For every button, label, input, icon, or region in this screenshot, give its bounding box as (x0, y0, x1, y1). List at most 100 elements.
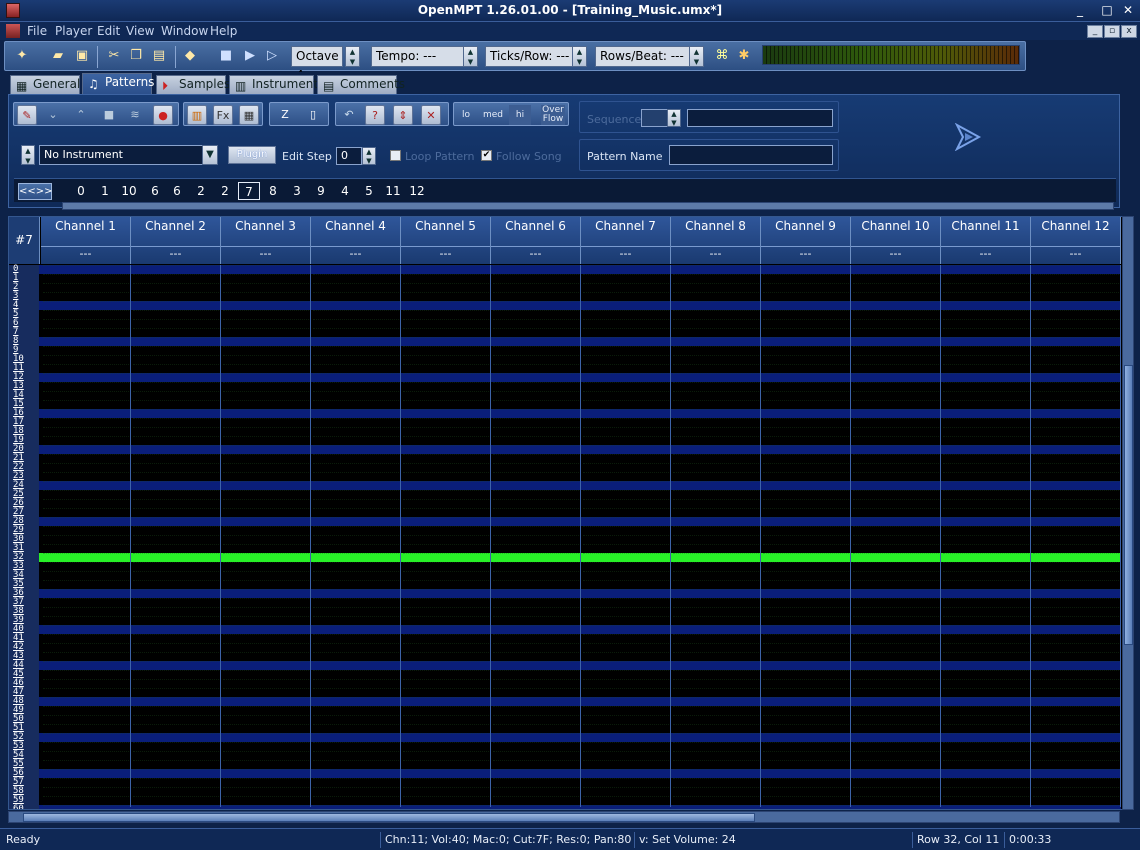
pattern-cell[interactable] (133, 499, 219, 508)
pattern-cell[interactable] (403, 517, 489, 526)
pattern-cell[interactable] (943, 697, 1029, 706)
pattern-cell[interactable] (223, 553, 309, 562)
pattern-cell[interactable] (493, 382, 579, 391)
pattern-row[interactable]: 46 (9, 679, 1121, 688)
pattern-cell[interactable] (403, 571, 489, 580)
pattern-cell[interactable] (943, 355, 1029, 364)
pattern-row[interactable]: 50 (9, 715, 1121, 724)
pattern-cell[interactable] (223, 706, 309, 715)
order-next-button[interactable]: >> (36, 186, 53, 197)
pattern-cell[interactable] (493, 697, 579, 706)
pattern-cell[interactable] (943, 625, 1029, 634)
pattern-cell[interactable] (763, 724, 849, 733)
pattern-cell[interactable] (403, 436, 489, 445)
pattern-cell[interactable] (223, 589, 309, 598)
pattern-cell[interactable] (43, 373, 129, 382)
pattern-cell[interactable] (853, 337, 939, 346)
stop-pattern-icon[interactable]: ■ (99, 105, 119, 125)
pattern-cell[interactable] (763, 319, 849, 328)
pattern-cell[interactable] (853, 355, 939, 364)
pattern-cell[interactable] (943, 688, 1029, 697)
pattern-cell[interactable] (493, 283, 579, 292)
pattern-properties-icon[interactable]: ✎ (17, 105, 37, 125)
pattern-cell[interactable] (403, 463, 489, 472)
pattern-cell[interactable] (43, 724, 129, 733)
pattern-cell[interactable] (403, 724, 489, 733)
pattern-cell[interactable] (403, 652, 489, 661)
pattern-cell[interactable] (1033, 292, 1119, 301)
pattern-cell[interactable] (853, 481, 939, 490)
pattern-cell[interactable] (583, 409, 669, 418)
pattern-row[interactable]: 31 (9, 544, 1121, 553)
pattern-cell[interactable] (673, 283, 759, 292)
pattern-cell[interactable] (943, 679, 1029, 688)
pattern-cell[interactable] (223, 535, 309, 544)
pattern-cell[interactable] (763, 337, 849, 346)
pattern-cell[interactable] (493, 391, 579, 400)
pattern-row[interactable]: 57 (9, 778, 1121, 787)
pattern-row[interactable]: 19 (9, 436, 1121, 445)
pattern-cell[interactable] (43, 355, 129, 364)
pattern-cell[interactable] (43, 517, 129, 526)
pattern-cell[interactable] (223, 346, 309, 355)
pattern-cell[interactable] (43, 526, 129, 535)
pattern-cell[interactable] (853, 346, 939, 355)
pattern-cell[interactable] (403, 445, 489, 454)
pattern-cell[interactable] (673, 670, 759, 679)
pattern-cell[interactable] (943, 445, 1029, 454)
pattern-cell[interactable] (493, 328, 579, 337)
pattern-cell[interactable] (583, 670, 669, 679)
cut-icon[interactable]: ✂ (105, 47, 123, 65)
pattern-cell[interactable] (133, 355, 219, 364)
pattern-cell[interactable] (583, 391, 669, 400)
pattern-cell[interactable] (493, 346, 579, 355)
pattern-cell[interactable] (313, 715, 399, 724)
pattern-cell[interactable] (493, 652, 579, 661)
pattern-cell[interactable] (223, 526, 309, 535)
pattern-cell[interactable] (493, 490, 579, 499)
pattern-cell[interactable] (763, 463, 849, 472)
pattern-cell[interactable] (43, 409, 129, 418)
pattern-cell[interactable] (583, 553, 669, 562)
pattern-cell[interactable] (313, 517, 399, 526)
pattern-cell[interactable] (223, 301, 309, 310)
pattern-cell[interactable] (493, 778, 579, 787)
pattern-cell[interactable] (403, 481, 489, 490)
pattern-cell[interactable] (493, 742, 579, 751)
pattern-cell[interactable] (43, 436, 129, 445)
pattern-cell[interactable] (403, 643, 489, 652)
pattern-cell[interactable] (943, 346, 1029, 355)
pattern-cell[interactable] (943, 751, 1029, 760)
pattern-cell[interactable] (1033, 301, 1119, 310)
pattern-cell[interactable] (313, 553, 399, 562)
pattern-cell[interactable] (313, 580, 399, 589)
pattern-cell[interactable] (853, 265, 939, 274)
pattern-cell[interactable] (493, 364, 579, 373)
pattern-cell[interactable] (493, 787, 579, 796)
pattern-cell[interactable] (313, 760, 399, 769)
channel-manager-icon[interactable]: ▯ (303, 105, 323, 125)
pattern-cell[interactable] (493, 319, 579, 328)
pattern-cell[interactable] (493, 481, 579, 490)
pattern-cell[interactable] (673, 724, 759, 733)
pattern-cell[interactable] (583, 805, 669, 809)
pattern-cell[interactable] (1033, 400, 1119, 409)
pattern-cell[interactable] (763, 733, 849, 742)
pattern-cell[interactable] (313, 283, 399, 292)
pattern-cell[interactable] (583, 454, 669, 463)
pattern-cell[interactable] (673, 805, 759, 809)
pattern-row[interactable]: 37 (9, 598, 1121, 607)
menu-edit[interactable]: Edit (97, 24, 120, 38)
pattern-cell[interactable] (403, 274, 489, 283)
pattern-cell[interactable] (493, 292, 579, 301)
pattern-cell[interactable] (1033, 724, 1119, 733)
pattern-cell[interactable] (493, 625, 579, 634)
order-scrollbar[interactable] (62, 202, 1114, 210)
pattern-cell[interactable] (943, 274, 1029, 283)
pattern-cell[interactable] (43, 634, 129, 643)
loop-pattern-checkbox[interactable] (390, 150, 401, 161)
pattern-cell[interactable] (1033, 778, 1119, 787)
pattern-cell[interactable] (853, 778, 939, 787)
channel-header[interactable]: Channel 6 --- (491, 217, 581, 264)
pattern-cell[interactable] (1033, 355, 1119, 364)
